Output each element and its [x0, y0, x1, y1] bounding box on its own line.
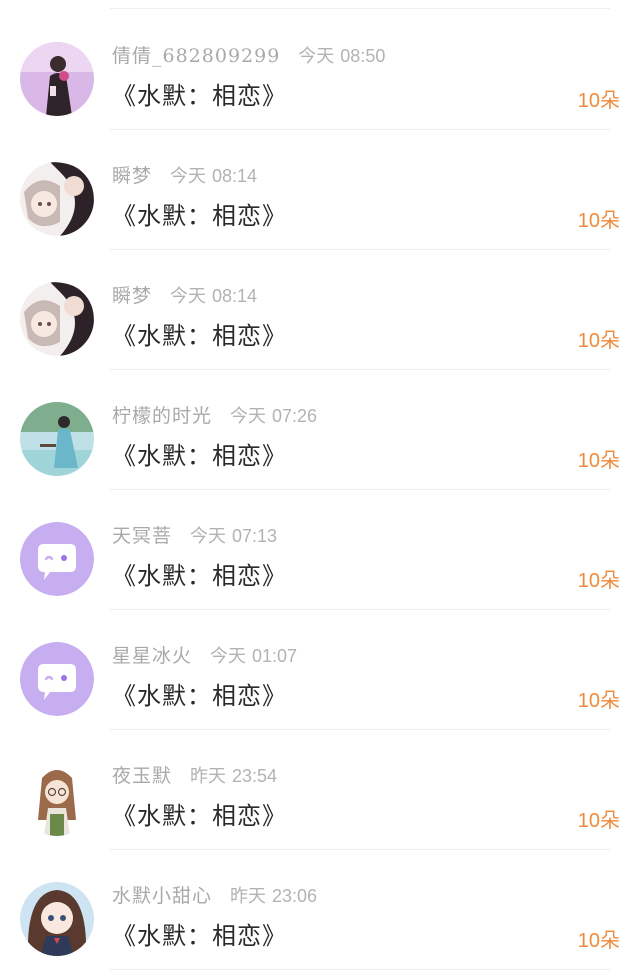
- flower-count: 10朵: [577, 88, 620, 112]
- record-meta: 夜玉默 昨天 23:54: [112, 761, 277, 791]
- user-avatar[interactable]: [20, 282, 94, 356]
- flower-count: 10朵: [577, 688, 620, 712]
- username[interactable]: 天冥菩: [112, 525, 172, 547]
- username[interactable]: 星星冰火: [112, 645, 192, 667]
- record-meta: 瞬梦 今天 08:14: [112, 161, 257, 191]
- book-title[interactable]: 《水默：相恋》: [112, 556, 287, 591]
- gift-record-row[interactable]: 夜玉默 昨天 23:54 《水默：相恋》 10朵: [0, 730, 640, 850]
- record-meta: 星星冰火 今天 01:07: [112, 641, 297, 671]
- timestamp: 今天 01:07: [210, 646, 298, 667]
- flower-count: 10朵: [577, 928, 620, 952]
- username[interactable]: 夜玉默: [112, 765, 172, 787]
- timestamp: 今天 07:13: [190, 526, 278, 547]
- flower-count: 10朵: [577, 568, 620, 592]
- book-title[interactable]: 《水默：相恋》: [112, 916, 287, 951]
- gift-record-row[interactable]: 倩倩_682809299 今天 08:50 《水默：相恋》 10朵: [0, 10, 640, 130]
- user-avatar[interactable]: [20, 42, 94, 116]
- flower-count: 10朵: [577, 328, 620, 352]
- flower-count: 10朵: [577, 208, 620, 232]
- timestamp: 今天 08:14: [170, 166, 258, 187]
- timestamp: 今天 08:14: [170, 286, 258, 307]
- username[interactable]: 柠檬的时光: [112, 405, 212, 427]
- record-meta: 柠檬的时光 今天 07:26: [112, 401, 317, 431]
- gift-record-row[interactable]: 星星冰火 今天 01:07 《水默：相恋》 10朵: [0, 610, 640, 730]
- username[interactable]: 瞬梦: [112, 285, 152, 307]
- user-avatar[interactable]: [20, 402, 94, 476]
- record-meta: 倩倩_682809299 今天 08:50: [112, 41, 385, 71]
- username[interactable]: 瞬梦: [112, 165, 152, 187]
- record-meta: 水默小甜心 昨天 23:06: [112, 881, 317, 911]
- book-title[interactable]: 《水默：相恋》: [112, 316, 287, 351]
- username[interactable]: 倩倩_682809299: [112, 45, 280, 67]
- timestamp: 昨天 23:06: [230, 886, 318, 907]
- timestamp: 今天 07:26: [230, 406, 318, 427]
- user-avatar[interactable]: [20, 762, 94, 836]
- book-title[interactable]: 《水默：相恋》: [112, 436, 287, 471]
- gift-record-row[interactable]: 柠檬的时光 今天 07:26 《水默：相恋》 10朵: [0, 370, 640, 490]
- default-avatar-icon[interactable]: [20, 642, 94, 716]
- gift-record-row[interactable]: 瞬梦 今天 08:14 《水默：相恋》 10朵: [0, 130, 640, 250]
- gift-record-row[interactable]: 瞬梦 今天 08:14 《水默：相恋》 10朵: [0, 250, 640, 370]
- default-avatar-icon[interactable]: [20, 522, 94, 596]
- gift-record-list: 倩倩_682809299 今天 08:50 《水默：相恋》 10朵 瞬梦 今天 08:1…: [0, 0, 640, 970]
- gift-record-row[interactable]: 天冥菩 今天 07:13 《水默：相恋》 10朵: [0, 490, 640, 610]
- book-title[interactable]: 《水默：相恋》: [112, 676, 287, 711]
- record-meta: 天冥菩 今天 07:13: [112, 521, 277, 551]
- timestamp: 昨天 23:54: [190, 766, 278, 787]
- record-meta: 瞬梦 今天 08:14: [112, 281, 257, 311]
- user-avatar[interactable]: [20, 162, 94, 236]
- username[interactable]: 水默小甜心: [112, 885, 212, 907]
- flower-count: 10朵: [577, 448, 620, 472]
- timestamp: 今天 08:50: [298, 46, 386, 67]
- user-avatar[interactable]: [20, 882, 94, 956]
- divider: [110, 8, 610, 9]
- gift-record-row[interactable]: 水默小甜心 昨天 23:06 《水默：相恋》 10朵: [0, 850, 640, 970]
- book-title[interactable]: 《水默：相恋》: [112, 196, 287, 231]
- flower-count: 10朵: [577, 808, 620, 832]
- book-title[interactable]: 《水默：相恋》: [112, 796, 287, 831]
- book-title[interactable]: 《水默：相恋》: [112, 76, 287, 111]
